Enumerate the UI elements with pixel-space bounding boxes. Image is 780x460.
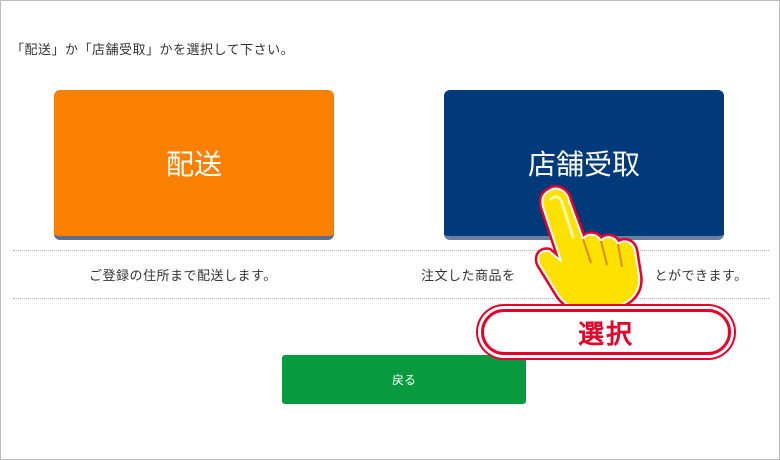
delivery-button[interactable]: 配送: [54, 90, 334, 240]
select-callout-label: 選択: [577, 319, 634, 350]
delivery-button-label: 配送: [165, 148, 222, 181]
select-callout: 選択: [481, 309, 731, 355]
instruction-text: 「配送」か「店舗受取」かを選択して下さい。: [11, 43, 295, 58]
store-pickup-button-label: 店舗受取: [527, 148, 640, 181]
delivery-description: ご登録の住所まで配送します。: [89, 269, 277, 284]
pointing-hand-icon: [534, 185, 643, 311]
page-frame: 「配送」か「店舗受取」かを選択して下さい。 配送 店舗受取 ご登録の住所まで配送…: [0, 0, 780, 460]
back-button-label: 戻る: [391, 373, 416, 387]
back-button[interactable]: 戻る: [282, 355, 526, 404]
